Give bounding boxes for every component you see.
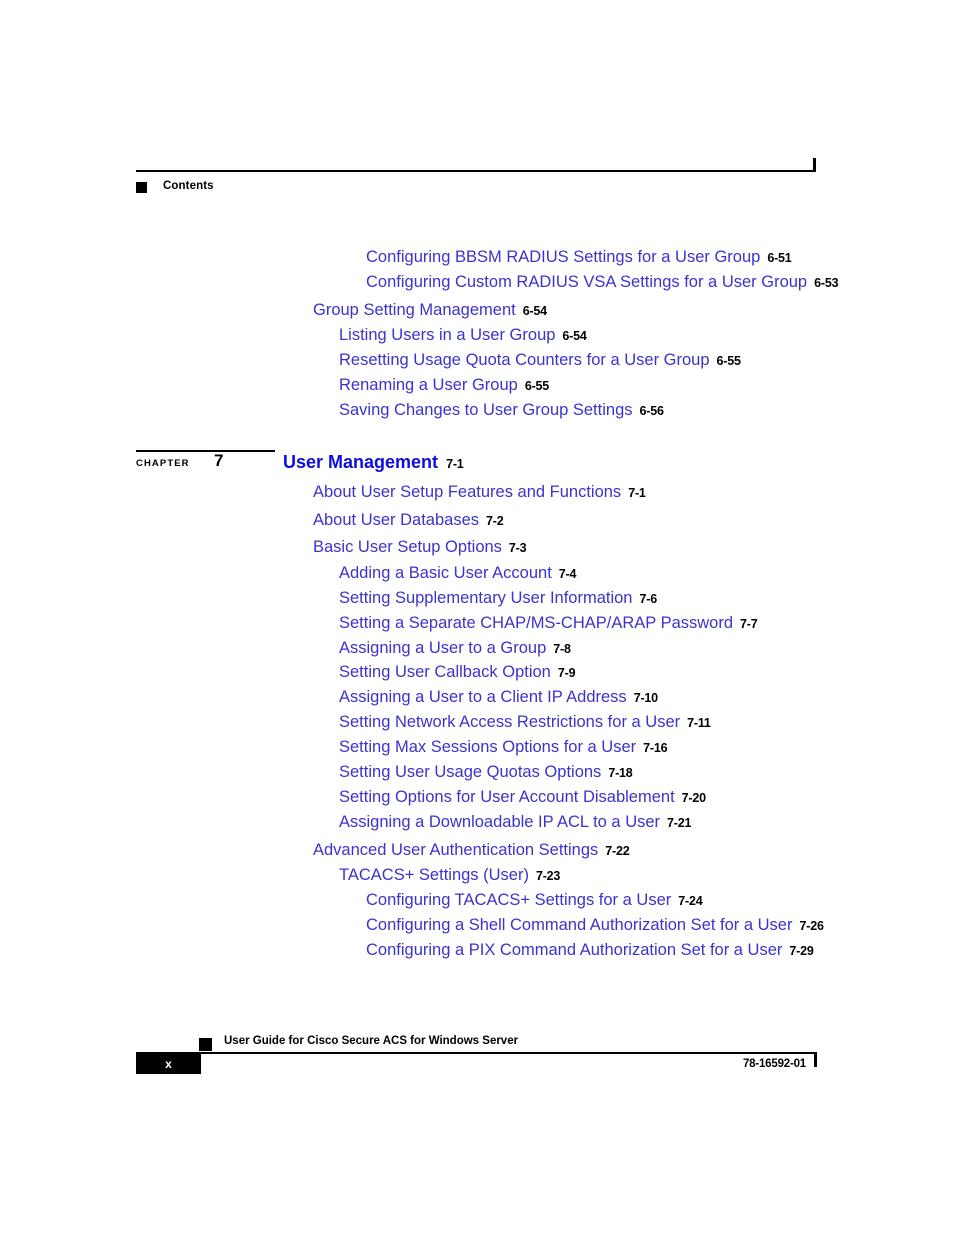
toc-entry-page: 7-9: [557, 666, 576, 680]
toc-entry[interactable]: Adding a Basic User Account 7-4: [339, 564, 576, 583]
footer-document-number: 78-16592-01: [742, 1058, 806, 1070]
footer-bullet-square-icon: [199, 1038, 212, 1051]
toc-entry-page: 6-54: [562, 329, 587, 343]
toc-entry[interactable]: Configuring TACACS+ Settings for a User 7…: [366, 891, 703, 910]
toc-entry[interactable]: About User Databases 7-2: [313, 511, 504, 530]
toc-entry-title: Resetting Usage Quota Counters for a Use…: [339, 351, 710, 369]
toc-entry-page: 7-24: [678, 894, 703, 908]
running-header: Contents: [136, 158, 816, 200]
toc-entry-title: Configuring Custom RADIUS VSA Settings f…: [366, 273, 808, 291]
toc-entry[interactable]: Renaming a User Group 6-55: [339, 376, 549, 395]
toc-entry[interactable]: Listing Users in a User Group 6-54: [339, 326, 587, 345]
toc-entry[interactable]: Configuring a PIX Command Authorization …: [366, 941, 814, 960]
toc-entry-page: 7-8: [553, 642, 571, 656]
toc-entry-title: Saving Changes to User Group Settings: [339, 401, 633, 419]
toc-entry[interactable]: Setting Network Access Restrictions for …: [339, 713, 711, 732]
toc-entry-page: 7-16: [643, 741, 668, 755]
toc-entry[interactable]: Basic User Setup Options 7-3: [313, 538, 527, 557]
header-rule: [136, 170, 816, 172]
toc-entry-title: Assigning a User to a Client IP Address: [339, 688, 627, 706]
toc-entry-title: Basic User Setup Options: [313, 538, 502, 556]
toc-entry-page: 7-4: [558, 567, 577, 581]
toc-entry-page: 7-18: [608, 766, 633, 780]
toc-entry[interactable]: Setting Supplementary User Information 7-…: [339, 589, 657, 608]
toc-entry-title: About User Setup Features and Functions: [313, 483, 622, 501]
toc-entry-page: 6-51: [767, 251, 792, 265]
toc-entry-page: 7-11: [687, 716, 711, 730]
toc-entry-page: 7-3: [508, 541, 527, 555]
toc-entry-title: Adding a Basic User Account: [339, 564, 552, 582]
toc-entry-title: Advanced User Authentication Settings: [313, 841, 599, 859]
toc-entry-page: 7-29: [789, 944, 814, 958]
chapter-rule: [136, 450, 275, 452]
toc-entry-page: 7-10: [633, 691, 658, 705]
toc-entry-page: 6-55: [524, 379, 550, 393]
toc-entry-page: 7-20: [681, 791, 706, 805]
toc-entry-title: About User Databases: [313, 511, 480, 529]
toc-entry[interactable]: Configuring BBSM RADIUS Settings for a U…: [366, 248, 792, 267]
toc-entry-page: 7-6: [639, 592, 657, 606]
toc-entry[interactable]: Assigning a User to a Client IP Address 7…: [339, 688, 658, 707]
toc-entry-title: Configuring a PIX Command Authorization …: [366, 941, 783, 959]
header-label: Contents: [163, 180, 214, 192]
toc-entry-title: Setting Options for User Account Disable…: [339, 788, 675, 806]
toc-entry-title: Setting Max Sessions Options for a User: [339, 738, 637, 756]
toc-entry[interactable]: Setting User Callback Option 7-9: [339, 663, 576, 682]
toc-entry-title: Renaming a User Group: [339, 376, 518, 394]
toc-entry-title: Setting Network Access Restrictions for …: [339, 713, 681, 731]
toc-entry-title: Configuring BBSM RADIUS Settings for a U…: [366, 248, 761, 266]
toc-entry-page: 7-1: [628, 486, 646, 500]
toc-entry[interactable]: Setting a Separate CHAP/MS-CHAP/ARAP Pas…: [339, 614, 758, 633]
chapter-number: 7: [214, 451, 224, 470]
chapter-title-text: User Management: [283, 452, 439, 472]
toc-entry[interactable]: About User Setup Features and Functions 7…: [313, 483, 646, 502]
toc-entry-page: 6-54: [522, 304, 547, 318]
document-page: Contents Configuring BBSM RADIUS Setting…: [0, 0, 954, 1235]
toc-entry-title: Setting User Usage Quotas Options: [339, 763, 602, 781]
toc-entry-page: 6-53: [814, 276, 839, 290]
page-footer: User Guide for Cisco Secure ACS for Wind…: [136, 1030, 817, 1085]
toc-entry-title: TACACS+ Settings (User): [339, 866, 529, 884]
toc-entry[interactable]: Advanced User Authentication Settings 7-2…: [313, 841, 630, 860]
toc-entry[interactable]: Configuring a Shell Command Authorizatio…: [366, 916, 824, 935]
chapter-title-page: 7-1: [446, 457, 464, 471]
chapter-word-label: Chapter: [136, 458, 190, 469]
toc-entry-page: 6-55: [716, 354, 741, 368]
toc-entry-title: Configuring TACACS+ Settings for a User: [366, 891, 672, 909]
toc-entry-page: 7-21: [667, 816, 692, 830]
toc-entry[interactable]: Saving Changes to User Group Settings 6-5…: [339, 401, 664, 420]
header-bullet-square-icon: [136, 182, 147, 193]
toc-entry[interactable]: Resetting Usage Quota Counters for a Use…: [339, 351, 741, 370]
footer-edge-tick: [814, 1052, 817, 1067]
toc-entry-title: Setting a Separate CHAP/MS-CHAP/ARAP Pas…: [339, 614, 734, 632]
toc-entry[interactable]: TACACS+ Settings (User) 7-23: [339, 866, 560, 885]
toc-entry[interactable]: Setting Max Sessions Options for a User 7…: [339, 738, 668, 757]
footer-page-number: x: [165, 1057, 172, 1071]
toc-entry-title: Assigning a User to a Group: [339, 639, 547, 657]
toc-entry-page: 7-7: [740, 617, 758, 631]
footer-book-title: User Guide for Cisco Secure ACS for Wind…: [224, 1035, 519, 1047]
toc-entry-page: 6-56: [639, 404, 664, 418]
toc-entry-title: Setting Supplementary User Information: [339, 589, 633, 607]
toc-entry[interactable]: Setting Options for User Account Disable…: [339, 788, 706, 807]
toc-entry-title: Group Setting Management: [313, 301, 516, 319]
toc-entry-page: 7-22: [605, 844, 630, 858]
toc-entry-page: 7-26: [799, 919, 824, 933]
toc-entry-title: Assigning a Downloadable IP ACL to a Use…: [339, 813, 661, 831]
toc-entry-title: Setting User Callback Option: [339, 663, 551, 681]
toc-entry-title: Listing Users in a User Group: [339, 326, 556, 344]
footer-rule: [136, 1052, 816, 1054]
toc-entry[interactable]: Assigning a Downloadable IP ACL to a Use…: [339, 813, 691, 832]
toc-entry-page: 7-23: [535, 869, 561, 883]
toc-entry[interactable]: Setting User Usage Quotas Options 7-18: [339, 763, 633, 782]
toc-entry[interactable]: Group Setting Management 6-54: [313, 301, 547, 320]
chapter-title-entry[interactable]: User Management 7-1: [283, 452, 464, 473]
header-edge-tick: [813, 158, 816, 172]
toc-entry[interactable]: Configuring Custom RADIUS VSA Settings f…: [366, 273, 839, 292]
toc-entry-title: Configuring a Shell Command Authorizatio…: [366, 916, 793, 934]
toc-entry-page: 7-2: [486, 514, 504, 528]
toc-entry[interactable]: Assigning a User to a Group 7-8: [339, 639, 571, 658]
